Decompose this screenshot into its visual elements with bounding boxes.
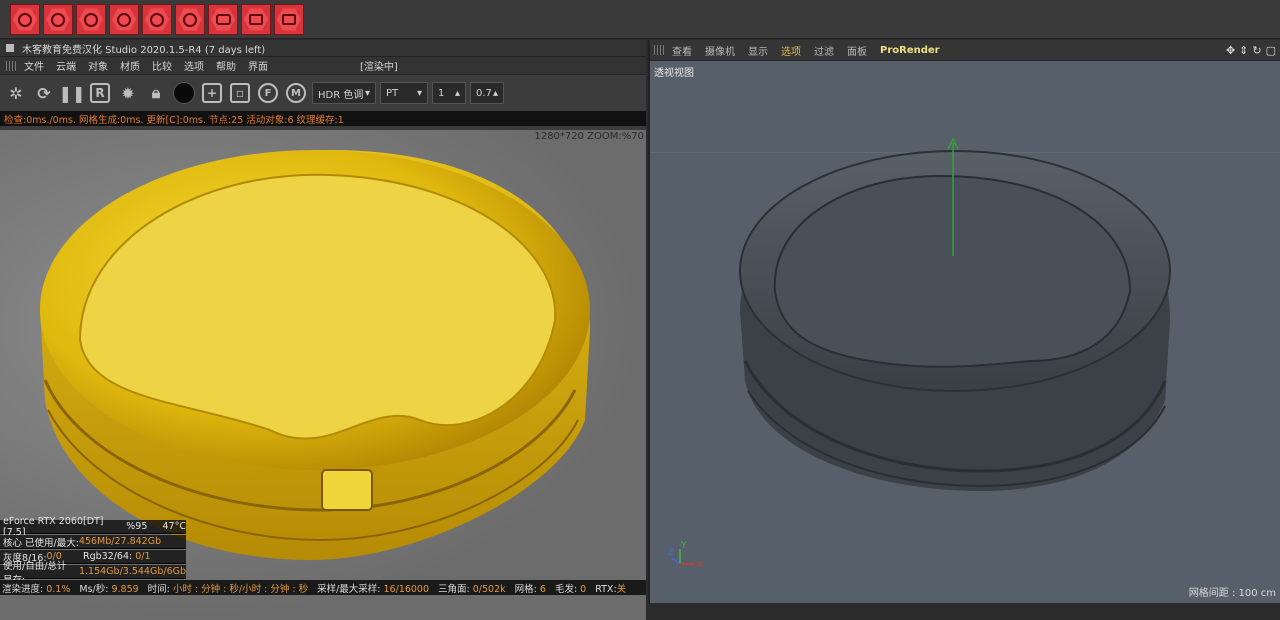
rotate-view-icon[interactable]: ↻ — [1252, 44, 1261, 57]
material-ball-icon[interactable] — [172, 81, 196, 105]
axis-x-label: X — [697, 560, 703, 570]
zoom-view-icon[interactable]: ⇕ — [1239, 44, 1248, 57]
cloud-icon[interactable] — [175, 4, 205, 35]
axis-y-label: Y — [680, 541, 687, 551]
viewport-menu-display[interactable]: 显示 — [748, 43, 768, 58]
viewport-menu-panel[interactable]: 面板 — [847, 43, 867, 58]
monitor-icon[interactable] — [241, 4, 271, 35]
region-render-icon[interactable]: R — [88, 81, 112, 105]
viewport-menubar: 查看 摄像机 显示 选项 过滤 面板 ProRender — [650, 40, 1280, 61]
menu-file[interactable]: 文件 — [24, 58, 44, 73]
viewport-menu-camera[interactable]: 摄像机 — [705, 43, 735, 58]
rendering-status: [渲染中] — [360, 62, 398, 73]
grip-icon[interactable] — [6, 60, 16, 71]
add-region-icon[interactable]: + — [200, 81, 224, 105]
pause-icon[interactable]: ❚❚ — [59, 81, 86, 105]
focus-picker-icon[interactable]: F — [256, 81, 280, 105]
viewport-nav-icons: ✥ ⇕ ↻ ▢ — [1226, 44, 1276, 57]
material-picker-icon[interactable]: M — [284, 81, 308, 105]
spin-field-2[interactable]: 0.7 ▴ — [470, 82, 504, 104]
menu-options[interactable]: 选项 — [184, 58, 204, 73]
move-view-icon[interactable]: ✥ — [1226, 44, 1235, 57]
area-light-icon[interactable] — [109, 4, 139, 35]
viewport-menu-prorender[interactable]: ProRender — [880, 45, 940, 56]
render-progress-bar: 渲染进度: 0.1% Ms/秒: 9.859 时间: 小时 : 分钟 : 秒/小… — [0, 580, 646, 595]
menu-help[interactable]: 帮助 — [216, 58, 236, 73]
menu-materials[interactable]: 材质 — [120, 58, 140, 73]
grip-icon[interactable] — [654, 45, 664, 55]
restart-icon[interactable]: ⟳ — [32, 81, 56, 105]
live-viewer-titlebar: 木客教育免费汉化 Studio 2020.1.5-R4 (7 days left… — [0, 40, 646, 57]
menu-objects[interactable]: 对象 — [88, 58, 108, 73]
light-icon[interactable] — [76, 4, 106, 35]
object-picker-icon[interactable]: ▫ — [228, 81, 252, 105]
render-settings-icon[interactable] — [43, 4, 73, 35]
stepper-icon[interactable]: ▴ — [455, 88, 460, 99]
viewport-menu-options[interactable]: 选项 — [781, 43, 801, 58]
spin-field-1[interactable]: 1 ▴ — [432, 82, 466, 104]
viewport-menu-view[interactable]: 查看 — [672, 43, 692, 58]
tin-mesh-viewport[interactable]: Y Z X — [650, 61, 1280, 601]
live-viewer-menubar: 文件 云端 对象 材质 比较 选项 帮助 界面 [渲染中] — [0, 57, 646, 75]
menu-interface[interactable]: 界面 — [248, 58, 268, 73]
menu-compare[interactable]: 比较 — [152, 58, 172, 73]
perspective-viewport-panel: 查看 摄像机 显示 选项 过滤 面板 ProRender ✥ ⇕ ↻ ▢ 透视视… — [648, 40, 1280, 603]
material-icon[interactable] — [142, 4, 172, 35]
stepper-icon[interactable]: ▴ — [493, 88, 498, 99]
kernel-mode-select[interactable]: PT ▾ — [380, 82, 428, 104]
hdr-tone-select[interactable]: HDR 色调 ▾ — [312, 82, 376, 104]
viewport-menu-filter[interactable]: 过滤 — [814, 43, 834, 58]
window-icon — [6, 44, 14, 52]
live-viewer-icon[interactable] — [10, 4, 40, 35]
live-viewer-title: 木客教育免费汉化 Studio 2020.1.5-R4 (7 days left… — [22, 44, 266, 56]
send-scene-icon[interactable]: ✲ — [4, 81, 28, 105]
render-toolbar: ✲ ⟳ ❚❚ R ✹ 🔒︎ + ▫ F M HDR 色调 ▾ PT ▾ 1 ▴ 0.7… — [0, 75, 646, 111]
top-toolbar — [0, 0, 1280, 39]
maximize-view-icon[interactable]: ▢ — [1266, 44, 1276, 57]
menu-cloud[interactable]: 云端 — [56, 58, 76, 73]
render-stats-line: 检查:0ms./0ms. 网格生成:0ms. 更新[C]:0ms. 节点:25 … — [0, 111, 646, 126]
grid-spacing-label: 网格间距 : 100 cm — [1188, 588, 1276, 599]
chevron-down-icon: ▾ — [364, 87, 370, 99]
lock-icon[interactable]: 🔒︎ — [144, 81, 168, 105]
camera-icon[interactable] — [208, 4, 238, 35]
settings-gear-icon[interactable]: ✹ — [116, 81, 140, 105]
vram-info: 使用/自由/总计 显存: 1.154Gb/3.544Gb/6Gb — [0, 561, 186, 586]
live-viewer-panel: 木客教育免费汉化 Studio 2020.1.5-R4 (7 days left… — [0, 40, 646, 620]
vr-icon[interactable] — [274, 4, 304, 35]
axis-z-label: Z — [668, 548, 674, 558]
gpu-info: eForce RTX 2060[DT][7.5] %95 47°C — [0, 516, 186, 538]
chevron-down-icon: ▾ — [416, 87, 422, 99]
core-memory-info: 核心 已使用/最大: 456Mb/27.842Gb — [0, 535, 186, 549]
